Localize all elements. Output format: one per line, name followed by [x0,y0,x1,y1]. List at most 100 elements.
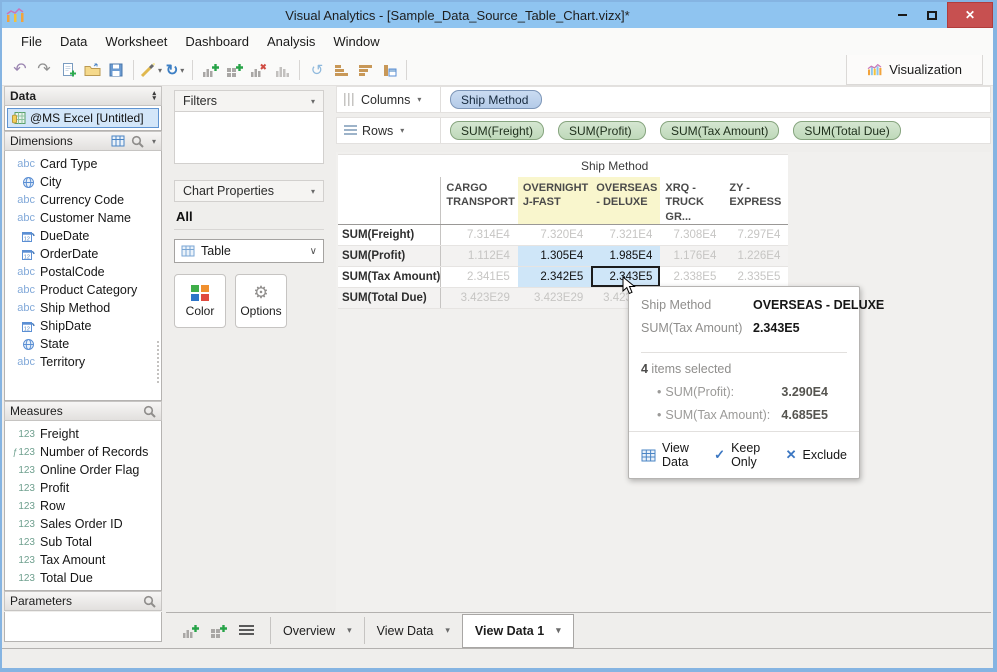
sort-toggle-icon[interactable]: ▴ ▾ [152,90,156,102]
datasource-item[interactable]: @MS Excel [Untitled] [7,108,159,128]
parameters-shelf[interactable] [4,612,162,642]
cell-r3-c1[interactable]: 3.423E29 [517,287,592,309]
tooltip-action-exclude[interactable]: ✕ Exclude [786,447,847,463]
undo-icon[interactable]: ↶ [9,58,31,82]
cell-r2-c4[interactable]: 2.335E5 [724,266,789,288]
redo-icon[interactable]: ↷ [33,58,55,82]
minimize-button[interactable] [887,2,917,28]
cell-r0-c3[interactable]: 7.308E4 [660,224,725,246]
menu-item-window[interactable]: Window [324,34,388,49]
chevron-down-icon[interactable]: ▾ [152,137,156,146]
add-matrix-icon[interactable] [223,58,245,82]
column-header-cargo-transport[interactable]: CARGO TRANSPORT [440,177,518,225]
rows-shelf-label-zone[interactable]: Rows ▾ [337,124,440,138]
row-header-sum-freight[interactable]: SUM(Freight) [338,224,441,246]
field-item-duedate[interactable]: 12 DueDate [5,227,161,245]
maximize-button[interactable] [917,2,947,28]
field-item-currency-code[interactable]: abc Currency Code [5,191,161,209]
scrollbar-grip[interactable] [157,341,159,383]
field-item-number-of-records[interactable]: ƒ123 Number of Records [5,443,161,461]
pill-sum-freight[interactable]: SUM(Freight) [450,121,545,140]
menu-item-data[interactable]: Data [51,34,96,49]
field-item-product-category[interactable]: abc Product Category [5,281,161,299]
cell-r0-c0[interactable]: 7.314E4 [440,224,518,246]
tooltip-action-view-data[interactable]: View Data [641,441,694,469]
chart-type-select[interactable]: Table ∨ [174,239,324,263]
bars-icon[interactable] [271,58,293,82]
column-header-zy-express[interactable]: ZY - EXPRESS [724,177,789,225]
new-worksheet-icon[interactable] [178,620,202,642]
tab-overview[interactable]: Overview ▾ [270,617,364,644]
field-item-ship-method[interactable]: abc Ship Method [5,299,161,317]
new-dashboard-icon[interactable] [206,620,230,642]
cell-r2-c3[interactable]: 2.338E5 [660,266,725,288]
field-item-tax-amount[interactable]: 123 Tax Amount [5,551,161,569]
menu-item-dashboard[interactable]: Dashboard [176,34,258,49]
format-wand-icon[interactable]: ▾ [140,58,162,82]
field-item-card-type[interactable]: abc Card Type [5,155,161,173]
color-button[interactable]: Color [174,274,226,328]
field-item-sub-total[interactable]: 123 Sub Total [5,533,161,551]
filters-panel-header[interactable]: Filters ▾ [174,90,324,112]
cell-r0-c2[interactable]: 7.321E4 [591,224,661,246]
field-item-total-due[interactable]: 123 Total Due [5,569,161,587]
search-icon[interactable] [143,405,156,418]
tab-view-data[interactable]: View Data ▾ [363,617,462,644]
search-icon[interactable] [131,135,144,148]
options-button[interactable]: ⚙ Options [235,274,287,328]
table-view-icon[interactable] [111,135,125,147]
menu-item-analysis[interactable]: Analysis [258,34,324,49]
pill-ship-method[interactable]: Ship Method [450,90,542,109]
menu-item-worksheet[interactable]: Worksheet [96,34,176,49]
refresh-icon[interactable]: ↻ ▾ [164,58,186,82]
new-file-icon[interactable] [57,58,79,82]
open-file-icon[interactable] [81,58,103,82]
column-header-xrq-truck-gr[interactable]: XRQ - TRUCK GR... [660,177,725,225]
field-item-city[interactable]: City [5,173,161,191]
pill-sum-tax-amount[interactable]: SUM(Tax Amount) [660,121,780,140]
swap-axes-icon[interactable]: ↺ [306,58,328,82]
close-button[interactable]: ✕ [947,2,993,28]
field-item-customer-name[interactable]: abc Customer Name [5,209,161,227]
cell-r0-c4[interactable]: 7.297E4 [724,224,789,246]
cell-r1-c0[interactable]: 1.112E4 [440,245,518,267]
cell-r0-c1[interactable]: 7.320E4 [517,224,592,246]
cell-r3-c0[interactable]: 3.423E29 [440,287,518,309]
row-header-sum-total-due[interactable]: SUM(Total Due) [338,287,441,309]
field-item-profit[interactable]: 123 Profit [5,479,161,497]
sort-ascending-icon[interactable] [330,58,352,82]
chart-properties-header[interactable]: Chart Properties ▾ [174,180,324,202]
pill-sum-profit[interactable]: SUM(Profit) [558,121,647,140]
add-chart-icon[interactable] [199,58,221,82]
cell-r2-c1[interactable]: 2.342E5 [517,266,592,288]
row-header-sum-profit[interactable]: SUM(Profit) [338,245,441,267]
tab-view-data-1[interactable]: View Data 1 ▾ [461,613,574,648]
remove-chart-icon[interactable] [247,58,269,82]
field-item-postalcode[interactable]: abc PostalCode [5,263,161,281]
field-item-sales-order-id[interactable]: 123 Sales Order ID [5,515,161,533]
tooltip-action-keep-only[interactable]: ✓ Keep Only [714,441,765,469]
row-header-sum-tax-amount[interactable]: SUM(Tax Amount) [338,266,441,288]
column-header-overnight-j-fast[interactable]: OVERNIGHT J-FAST [517,177,592,225]
chart-window-icon[interactable] [378,58,400,82]
column-header-overseas-deluxe[interactable]: OVERSEAS - DELUXE [591,177,661,225]
visualization-button[interactable]: Visualization [846,55,983,85]
sort-descending-icon[interactable] [354,58,376,82]
menu-item-file[interactable]: File [12,34,51,49]
field-item-shipdate[interactable]: 12 ShipDate [5,317,161,335]
field-item-territory[interactable]: abc Territory [5,353,161,371]
field-item-freight[interactable]: 123 Freight [5,425,161,443]
filters-shelf[interactable] [174,112,324,164]
cell-r1-c4[interactable]: 1.226E4 [724,245,789,267]
field-item-online-order-flag[interactable]: 123 Online Order Flag [5,461,161,479]
columns-shelf-label-zone[interactable]: Columns ▾ [337,93,440,107]
field-item-state[interactable]: State [5,335,161,353]
pill-sum-total-due[interactable]: SUM(Total Due) [793,121,901,140]
save-icon[interactable] [105,58,127,82]
cell-r1-c2[interactable]: 1.985E4 [591,245,661,267]
field-item-orderdate[interactable]: 12 OrderDate [5,245,161,263]
cell-r1-c1[interactable]: 1.305E4 [517,245,592,267]
cell-r2-c0[interactable]: 2.341E5 [440,266,518,288]
cell-r1-c3[interactable]: 1.176E4 [660,245,725,267]
search-icon[interactable] [143,595,156,608]
